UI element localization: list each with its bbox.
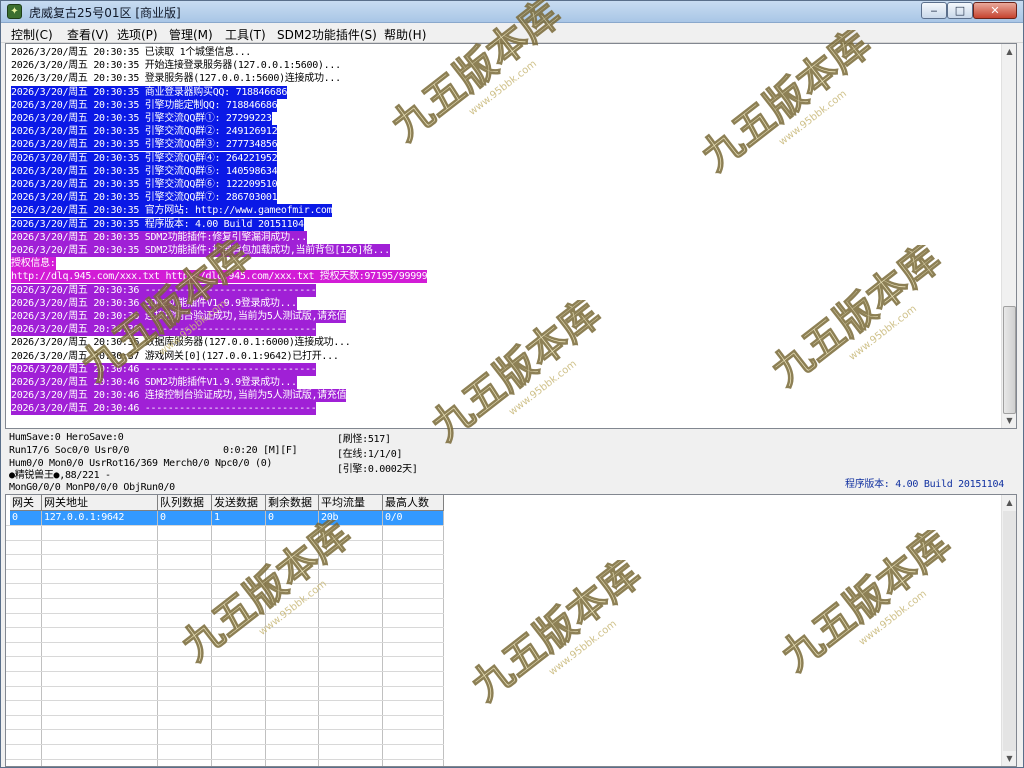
log-line: 2026/3/20/周五 20:30:35 官方网站: http://www.g…: [11, 204, 333, 218]
log-line: 2026/3/20/周五 20:30:35 引擎交流QQ群③: 27773485…: [11, 138, 278, 152]
window-title: 虎威复古25号01区 [商业版]: [29, 6, 181, 20]
grid-cell[interactable]: 127.0.0.1:9642: [42, 511, 157, 525]
status-version: 程序版本: 4.00 Build 20151104: [845, 479, 1004, 490]
log-line: 2026/3/20/周五 20:30:35 引擎交流QQ群④: 26422195…: [11, 151, 278, 165]
log-line: 2026/3/20/周五 20:30:36 数据库服务器(127.0.0.1:6…: [11, 337, 351, 349]
menu-view[interactable]: 查看(V): [67, 26, 109, 43]
grid-row-line: [6, 671, 444, 672]
grid-cell[interactable]: 0: [158, 511, 211, 525]
server-window: ✦ 虎威复古25号01区 [商业版] ‒ □ ✕ 控制(C) 查看(V) 选项(…: [0, 0, 1024, 768]
grid-row-line: [6, 729, 444, 731]
status-refresh: [刷怪:517]: [337, 434, 391, 445]
status-counts: Hum0/0 Mon0/0 UsrRot16/369 Merch0/0 Npc0…: [9, 458, 273, 469]
grid-cell[interactable]: 0: [10, 511, 41, 525]
log-line: 2026/3/20/周五 20:30:35 程序版本: 4.00 Build 2…: [11, 217, 304, 231]
column-header[interactable]: 网关地址: [42, 495, 158, 511]
column-header[interactable]: 网关: [10, 495, 42, 511]
grid-cell[interactable]: 20b: [319, 511, 382, 525]
column-header[interactable]: 平均流量: [319, 495, 383, 511]
log-line: 2026/3/20/周五 20:30:37 游戏网关[0](127.0.0.1:…: [11, 350, 339, 362]
log-line: 2026/3/20/周五 20:30:36 ------------------…: [11, 283, 317, 297]
menu-help[interactable]: 帮助(H): [384, 26, 426, 43]
minimize-button[interactable]: ‒: [921, 2, 947, 19]
grid-cell[interactable]: 1: [212, 511, 265, 525]
menu-sdm2-plugin[interactable]: SDM2功能插件(S): [277, 26, 377, 43]
grid-row-line: [6, 554, 444, 556]
grid-row-line: [6, 627, 444, 629]
column-header[interactable]: 队列数据: [158, 495, 212, 511]
grid-row-line: [6, 641, 444, 643]
log-line: 2026/3/20/周五 20:30:35 SDM2功能插件:修复引擎漏洞成功.…: [11, 230, 307, 244]
grid-row-line: [6, 656, 444, 658]
log-line: 2026/3/20/周五 20:30:35 引擎交流QQ群⑥: 12220951…: [11, 178, 278, 191]
grid-row-line: [6, 539, 444, 541]
log-line: 2026/3/20/周五 20:30:36 SDM2功能插件V1.9.9登录成功…: [11, 296, 297, 310]
status-run: Run17/6 Soc0/0 Usr0/0: [9, 445, 130, 456]
grid-scrollbar[interactable]: ▲ ▼: [1001, 495, 1016, 766]
log-line: 2026/3/20/周五 20:30:35 开始连接登录服务器(127.0.0.…: [11, 60, 341, 72]
scroll-thumb[interactable]: [1003, 306, 1016, 414]
log-line: 授权信息:: [11, 257, 56, 271]
log-line: 2026/3/20/周五 20:30:35 引擎交流QQ群②: 24912691…: [11, 125, 278, 139]
grid-row-line: [6, 598, 444, 599]
app-icon: ✦: [7, 4, 22, 19]
log-line: 2026/3/20/周五 20:30:46 SDM2功能插件V1.9.9登录成功…: [11, 376, 297, 389]
grid-row-line: [6, 583, 444, 585]
grid-row-line: [6, 758, 444, 760]
scroll-down-icon[interactable]: ▼: [1002, 751, 1016, 766]
log-line: 2026/3/20/周五 20:30:46 ------------------…: [11, 362, 317, 376]
menu-manage[interactable]: 管理(M): [169, 26, 213, 43]
status-save: HumSave:0 HeroSave:0: [9, 432, 124, 443]
status-engine: [引擎:0.0002天]: [337, 464, 418, 475]
maximize-button[interactable]: □: [947, 2, 973, 19]
column-header[interactable]: 发送数据: [212, 495, 266, 511]
status-area: HumSave:0 HeroSave:0 Run17/6 Soc0/0 Usr0…: [5, 429, 1017, 493]
grid-row-line: [6, 612, 444, 614]
log-pane[interactable]: 2026/3/20/周五 20:30:35 已读取 1个城堡信息... 2026/…: [5, 43, 1017, 429]
log-line: http://dlq.945.com/xxx.txt http://dlq.94…: [11, 270, 428, 284]
close-button[interactable]: ✕: [973, 2, 1017, 19]
grid-row-line: [6, 685, 444, 687]
grid-row-line: [6, 568, 444, 570]
title-bar[interactable]: ✦ 虎威复古25号01区 [商业版] ‒ □ ✕: [1, 1, 1023, 23]
column-header[interactable]: 剩余数据: [266, 495, 319, 511]
log-line: 2026/3/20/周五 20:30:35 引擎交流QQ群⑦: 28670300…: [11, 191, 278, 205]
log-line: 2026/3/20/周五 20:30:35 SDM2功能插件:扩展背包加载成功,…: [11, 244, 390, 257]
log-scrollbar[interactable]: ▲ ▼: [1001, 44, 1016, 428]
menu-bar: 控制(C) 查看(V) 选项(P) 管理(M) 工具(T) SDM2功能插件(S…: [1, 23, 1023, 43]
menu-options[interactable]: 选项(P): [117, 26, 158, 43]
grid-cell[interactable]: 0: [266, 511, 318, 525]
log-line: 2026/3/20/周五 20:30:35 引擎交流QQ群⑤: 14059863…: [11, 164, 278, 178]
menu-tools[interactable]: 工具(T): [225, 26, 266, 43]
status-objects: MonG0/0/0 MonP0/0/0 ObjRun0/0: [9, 482, 175, 493]
log-line: 2026/3/20/周五 20:30:35 引擎交流QQ群①: 27299223: [11, 112, 272, 125]
gateway-grid[interactable]: 网关 网关地址 队列数据 发送数据 剩余数据 平均流量 最高人数 0 127.0.0.1:964…: [5, 494, 1017, 767]
grid-row-line: [6, 525, 444, 526]
log-line: 2026/3/20/周五 20:30:46 ------------------…: [11, 402, 317, 416]
scroll-track[interactable]: [1003, 511, 1016, 751]
status-monster: ●精锐兽王●,88/221 -: [9, 470, 111, 481]
log-line: 2026/3/20/周五 20:30:35 商业登录器购买QQ: 7188466…: [11, 85, 288, 99]
menu-control[interactable]: 控制(C): [11, 26, 53, 43]
status-timer: 0:0:20 [M][F]: [223, 445, 298, 456]
log-line: 2026/3/20/周五 20:30:35 引擎功能定制QQ: 71884668…: [11, 98, 278, 112]
column-header[interactable]: 最高人数: [383, 495, 444, 511]
grid-row-line: [6, 744, 444, 745]
log-line: 2026/3/20/周五 20:30:35 登录服务器(127.0.0.1:56…: [11, 73, 341, 85]
grid-row-line: [6, 714, 444, 716]
log-line: 2026/3/20/周五 20:30:36 ------------------…: [11, 323, 317, 337]
grid-row-line: [6, 700, 444, 702]
log-line: 2026/3/20/周五 20:30:36 连接控制台验证成功,当前为5人测试版…: [11, 310, 347, 323]
grid-cell[interactable]: 0/0: [383, 511, 443, 525]
scroll-down-icon[interactable]: ▼: [1002, 413, 1016, 428]
log-line: 2026/3/20/周五 20:30:35 已读取 1个城堡信息...: [11, 47, 252, 58]
scroll-up-icon[interactable]: ▲: [1002, 44, 1016, 59]
log-line: 2026/3/20/周五 20:30:46 连接控制台验证成功,当前为5人测试版…: [11, 389, 347, 403]
status-online: [在线:1/1/0]: [337, 449, 403, 460]
scroll-up-icon[interactable]: ▲: [1002, 495, 1016, 510]
